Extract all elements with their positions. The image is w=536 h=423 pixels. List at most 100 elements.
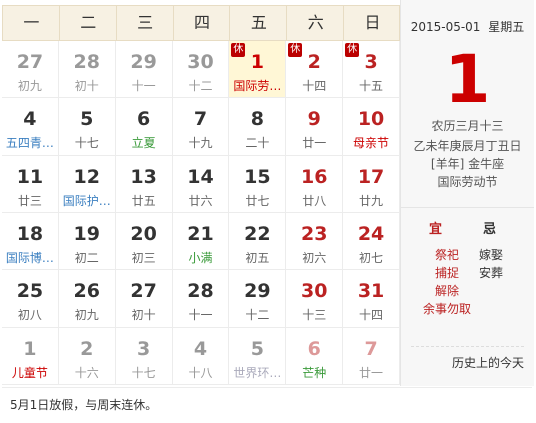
lunar-label: 二十 bbox=[245, 136, 270, 151]
lunar-label: 十一 bbox=[188, 308, 213, 323]
day-cell[interactable]: 14 廿六 bbox=[172, 155, 230, 213]
lunar-label: 十九 bbox=[188, 136, 213, 151]
lunar-label: 初十 bbox=[131, 308, 156, 323]
day-cell[interactable]: 30 十三 bbox=[286, 270, 344, 328]
ji-item: 安葬 bbox=[479, 266, 504, 280]
lunar-label: 儿童节 bbox=[11, 365, 48, 380]
yi-item: 余事勿取 bbox=[422, 302, 471, 316]
day-cell[interactable]: 7 廿一 bbox=[343, 327, 400, 385]
selected-date: 2015-05-01 bbox=[410, 20, 481, 34]
day-number: 27 bbox=[16, 51, 44, 73]
day-number: 7 bbox=[193, 108, 208, 131]
header-separator bbox=[58, 6, 60, 40]
day-cell[interactable]: 18 国际博… bbox=[2, 213, 59, 271]
day-cell[interactable]: 7 十九 bbox=[172, 98, 230, 156]
day-cell[interactable]: 16 廿八 bbox=[286, 155, 344, 213]
day-detail-panel: 2015-05-01 星期五 1 农历三月十三 乙未年庚辰月丁丑日 [羊年] 金… bbox=[400, 0, 534, 386]
day-cell[interactable]: 26 初九 bbox=[58, 270, 116, 328]
day-cell[interactable]: 5 世界环… bbox=[229, 327, 287, 385]
day-cell[interactable]: 31 十四 bbox=[343, 270, 400, 328]
day-number: 11 bbox=[16, 165, 44, 188]
day-cell[interactable]: 28 初十 bbox=[58, 41, 116, 99]
day-cell[interactable]: 3 十七 bbox=[115, 327, 173, 385]
day-cell[interactable]: 28 十一 bbox=[172, 270, 230, 328]
lunar-label: 小满 bbox=[188, 251, 213, 265]
lunar-label: 十四 bbox=[302, 79, 327, 93]
day-cell[interactable]: 8 二十 bbox=[229, 98, 287, 156]
panel-divider bbox=[401, 207, 534, 208]
day-number: 5 bbox=[80, 108, 94, 131]
day-cell[interactable]: 休 2 十四 bbox=[286, 41, 344, 99]
calendar-grid: 27 初九 28 初十 29 十一 30 十二休 1 国际劳… 休 2 十四休 3 十五 4 五四青… 5 十七 6 立… bbox=[2, 41, 400, 385]
day-number: 5 bbox=[250, 337, 264, 360]
day-cell[interactable]: 25 初八 bbox=[2, 270, 59, 328]
weekday-label: 三 bbox=[137, 13, 154, 32]
day-cell[interactable]: 19 初二 bbox=[58, 213, 116, 271]
yi-item: 解除 bbox=[434, 284, 459, 298]
lunar-label: 初八 bbox=[17, 308, 42, 323]
day-cell[interactable]: 30 十二 bbox=[172, 41, 230, 99]
day-cell[interactable]: 1 儿童节 bbox=[2, 327, 59, 385]
lunar-label: 十二 bbox=[245, 308, 270, 323]
day-number: 21 bbox=[187, 223, 214, 245]
lunar-label: 十二 bbox=[188, 79, 213, 93]
lunar-label: 国际劳… bbox=[233, 79, 282, 93]
day-number: 23 bbox=[300, 223, 328, 245]
lunar-label: 十五 bbox=[359, 79, 384, 93]
day-number: 12 bbox=[73, 165, 100, 188]
day-cell[interactable]: 15 廿七 bbox=[229, 155, 287, 213]
day-cell[interactable]: 12 国际护… bbox=[58, 155, 116, 213]
day-cell[interactable]: 2 十六 bbox=[58, 327, 116, 385]
day-cell[interactable]: 27 初十 bbox=[115, 270, 173, 328]
day-cell[interactable]: 29 十一 bbox=[115, 41, 173, 99]
day-number: 19 bbox=[73, 223, 100, 245]
day-cell[interactable]: 29 十二 bbox=[229, 270, 287, 328]
lunar-date: 农历三月十三 bbox=[431, 119, 504, 133]
day-cell[interactable]: 23 初六 bbox=[286, 213, 344, 271]
day-number: 1 bbox=[250, 51, 264, 73]
day-cell[interactable]: 13 廿五 bbox=[115, 155, 173, 213]
lunar-label: 世界环… bbox=[233, 365, 282, 380]
day-number: 1 bbox=[23, 337, 37, 360]
selected-date-header: 2015-05-01 星期五 bbox=[401, 18, 534, 35]
lunar-label: 十六 bbox=[74, 365, 99, 380]
day-number: 9 bbox=[307, 108, 321, 131]
lunar-label: 廿三 bbox=[17, 193, 42, 208]
day-cell[interactable]: 22 初五 bbox=[229, 213, 287, 271]
day-number: 6 bbox=[137, 108, 151, 131]
header-separator bbox=[286, 6, 288, 40]
history-today-link[interactable]: 历史上的今天 bbox=[452, 354, 524, 371]
lunar-label: 十七 bbox=[74, 136, 99, 151]
day-cell[interactable]: 9 廿一 bbox=[286, 98, 344, 156]
lunar-label: 初七 bbox=[359, 251, 384, 265]
day-cell[interactable]: 休 3 十五 bbox=[343, 41, 400, 99]
day-cell[interactable]: 4 五四青… bbox=[2, 98, 59, 156]
weekday-header: 一二三四五六日 bbox=[2, 5, 400, 41]
weekday-label: 二 bbox=[80, 13, 97, 32]
day-cell[interactable]: 11 廿三 bbox=[2, 155, 59, 213]
day-number: 31 bbox=[357, 280, 385, 303]
day-cell[interactable]: 20 初三 bbox=[115, 213, 173, 271]
header-separator bbox=[343, 6, 345, 40]
day-cell[interactable]: 21 小满 bbox=[172, 213, 230, 271]
day-cell[interactable]: 10 母亲节 bbox=[343, 98, 400, 156]
zodiac-info: [羊年] 金牛座 bbox=[430, 157, 505, 171]
big-day-number: 1 bbox=[444, 41, 491, 118]
day-number: 15 bbox=[244, 165, 271, 188]
day-cell[interactable]: 24 初七 bbox=[343, 213, 400, 271]
day-number: 4 bbox=[23, 108, 37, 131]
day-number: 20 bbox=[130, 223, 157, 245]
lunar-label: 廿八 bbox=[302, 193, 327, 208]
day-cell[interactable]: 27 初九 bbox=[2, 41, 59, 99]
day-cell[interactable]: 4 十八 bbox=[172, 327, 230, 385]
lunar-label: 廿九 bbox=[359, 193, 384, 208]
day-cell[interactable]: 5 十七 bbox=[58, 98, 116, 156]
lunar-label: 十一 bbox=[131, 79, 156, 93]
ji-list: 嫁娶 安葬 bbox=[477, 246, 533, 282]
day-cell[interactable]: 6 立夏 bbox=[115, 98, 173, 156]
day-cell-selected[interactable]: 休 1 国际劳… bbox=[229, 41, 287, 99]
day-cell[interactable]: 6 芒种 bbox=[286, 327, 344, 385]
day-cell[interactable]: 17 廿九 bbox=[343, 155, 400, 213]
lunar-label: 廿六 bbox=[188, 193, 213, 208]
lunar-label: 十四 bbox=[359, 308, 384, 323]
